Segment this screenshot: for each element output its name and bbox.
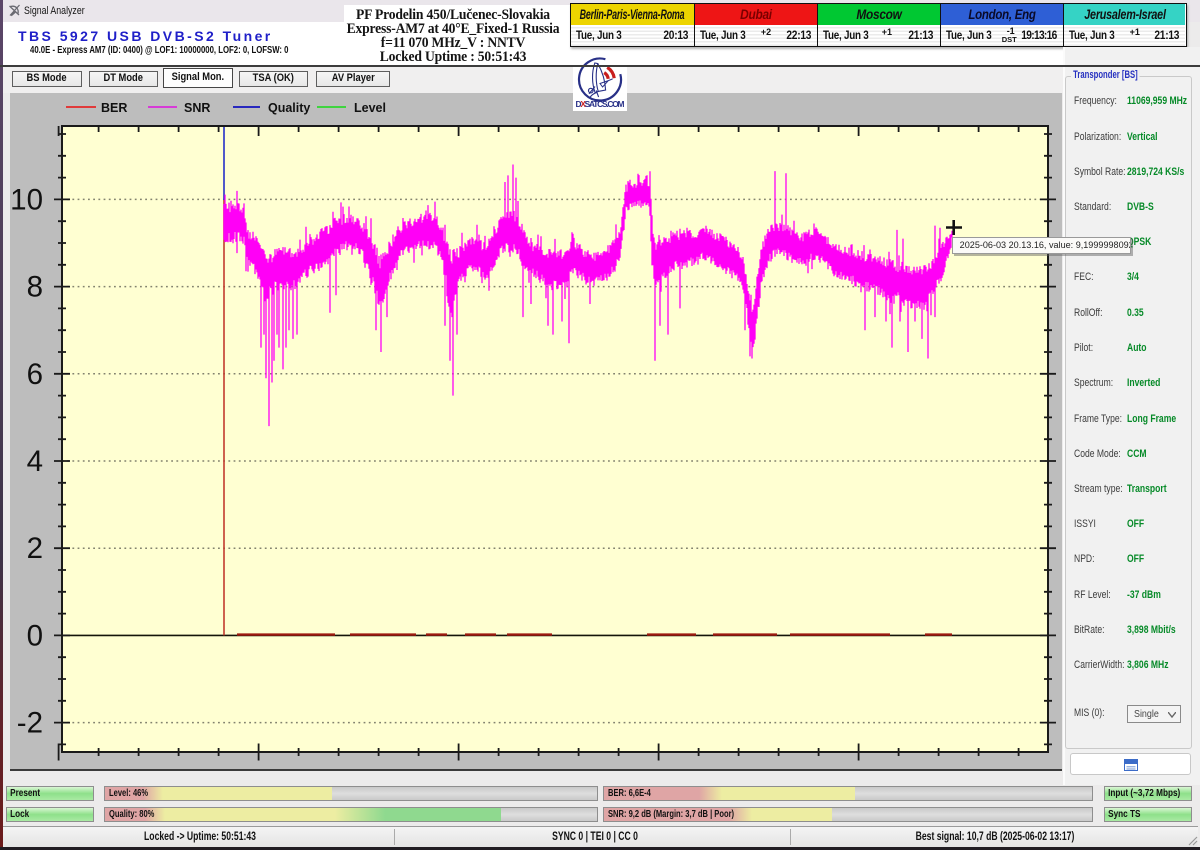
svg-text:8: 8 — [27, 271, 43, 304]
svg-text:Quality: Quality — [268, 101, 310, 115]
svg-text:-2: -2 — [17, 707, 43, 740]
svg-text:0: 0 — [27, 619, 43, 652]
svg-text:BER: BER — [101, 101, 127, 115]
svg-text:10: 10 — [10, 183, 43, 216]
svg-text:Level: Level — [354, 101, 386, 115]
svg-text:6: 6 — [27, 358, 43, 391]
svg-text:2: 2 — [27, 532, 43, 565]
svg-text:SNR: SNR — [184, 101, 210, 115]
svg-text:DXSATCS.COM: DXSATCS.COM — [576, 99, 625, 109]
svg-text:4: 4 — [27, 445, 43, 478]
